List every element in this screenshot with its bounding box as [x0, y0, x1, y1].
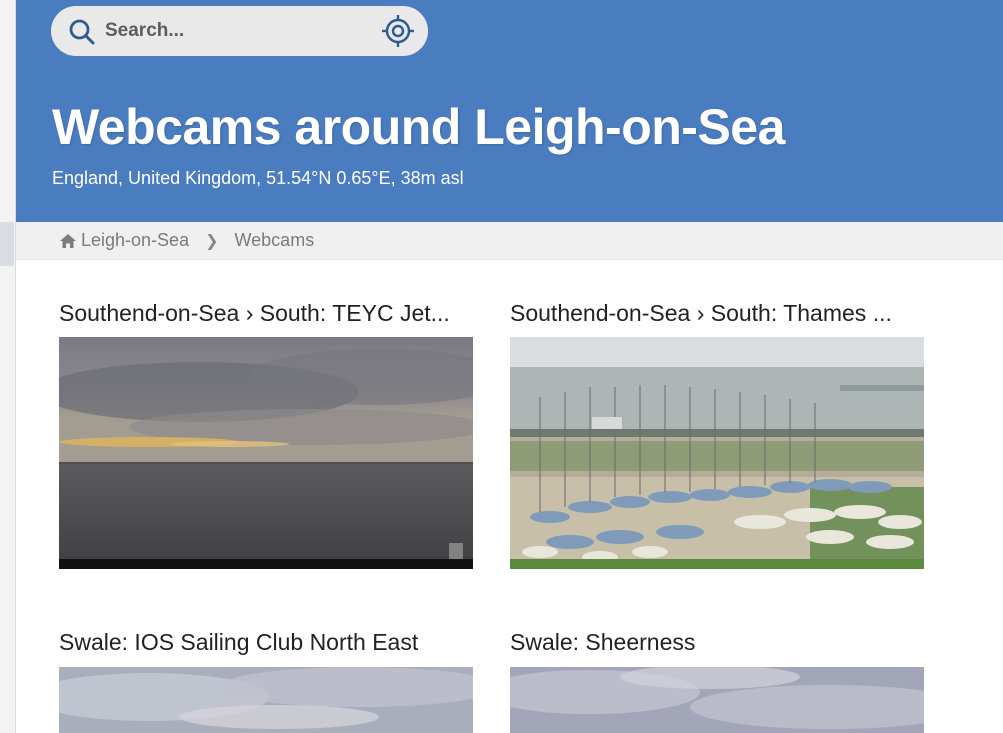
- search-icon[interactable]: [68, 18, 96, 46]
- home-icon: [60, 233, 76, 248]
- webcam-card[interactable]: Southend-on-Sea › South: Thames ...: [510, 298, 924, 569]
- search-input[interactable]: [105, 16, 375, 46]
- left-sidebar-edge: [0, 0, 16, 733]
- location-subtitle: England, United Kingdom, 51.54°N 0.65°E,…: [52, 168, 464, 188]
- webcam-title[interactable]: Swale: Sheerness: [510, 627, 924, 657]
- page-header: Webcams around Leigh-on-Sea England, Uni…: [16, 0, 1003, 222]
- breadcrumb-separator: ❯: [205, 232, 219, 250]
- webcam-card[interactable]: Swale: IOS Sailing Club North East: [59, 627, 473, 733]
- webcam-title[interactable]: Southend-on-Sea › South: TEYC Jet...: [59, 298, 473, 328]
- breadcrumb-current[interactable]: Webcams: [235, 230, 315, 251]
- webcam-card[interactable]: Southend-on-Sea › South: TEYC Jet...: [59, 298, 473, 569]
- breadcrumb: Leigh-on-Sea ❯ Webcams: [16, 222, 1003, 260]
- page-title: Webcams around Leigh-on-Sea: [52, 99, 785, 155]
- webcam-thumbnail[interactable]: [510, 667, 924, 733]
- webcam-title[interactable]: Southend-on-Sea › South: Thames ...: [510, 298, 924, 328]
- webcam-thumbnail[interactable]: [59, 337, 473, 569]
- webcam-card[interactable]: Swale: Sheerness: [510, 627, 924, 733]
- sidebar-marker: [0, 222, 14, 266]
- webcam-thumbnail[interactable]: [510, 337, 924, 569]
- webcam-thumbnail[interactable]: [59, 667, 473, 733]
- breadcrumb-home-link[interactable]: Leigh-on-Sea: [59, 230, 189, 251]
- webcam-title[interactable]: Swale: IOS Sailing Club North East: [59, 627, 473, 657]
- crosshair-location-icon[interactable]: [380, 13, 416, 49]
- breadcrumb-home-label: Leigh-on-Sea: [81, 230, 190, 250]
- search-bar: [51, 6, 428, 56]
